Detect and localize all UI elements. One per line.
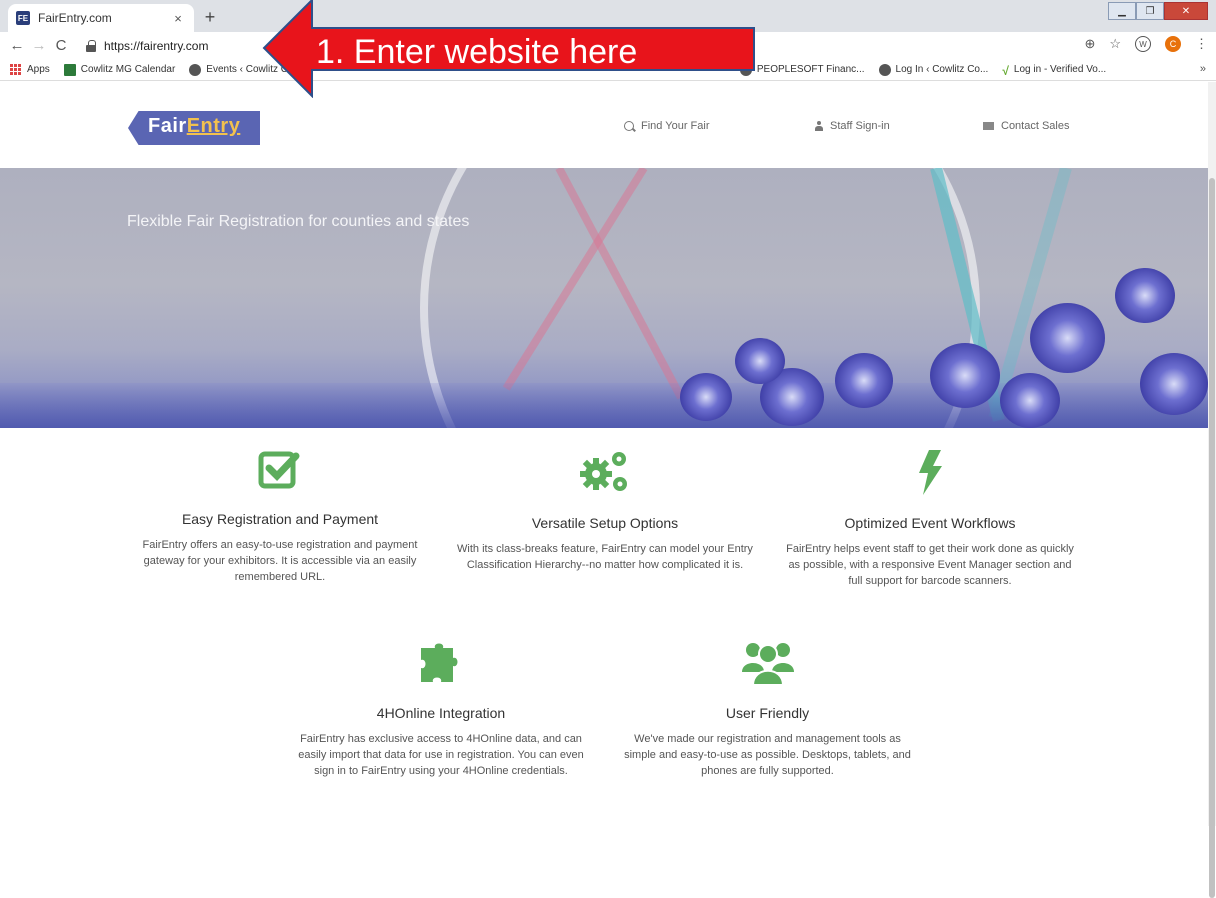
hero-title: Flexible Fair Registration for counties … [127,213,470,230]
lightning-icon [919,450,942,495]
lock-icon [86,39,96,52]
flower [930,343,1000,408]
bookmark-label: PEOPLESOFT Financ... [756,64,865,75]
bookmarks-overflow-button[interactable]: » [1200,63,1206,75]
bookmark-verified[interactable]: √ Log in - Verified Vo... [1002,63,1107,78]
new-tab-button[interactable]: + [200,8,220,28]
feature-description: We've made our registration and manageme… [624,733,911,777]
scrollbar-thumb[interactable] [1209,178,1215,898]
tab-title: FairEntry.com [38,11,112,25]
logo-text: FairEntry [148,115,240,138]
users-icon [741,643,794,686]
nav-label: Staff Sign-in [830,120,890,132]
bookmark-calendar[interactable]: Cowlitz MG Calendar [63,63,176,76]
feature-title: Easy Registration and Payment [181,511,379,527]
flower [680,373,732,421]
feature-description: FairEntry has exclusive access to 4HOnli… [298,733,584,777]
feature-description: With its class-breaks feature, FairEntry… [457,543,753,571]
apps-icon [10,63,22,76]
fairentry-logo[interactable]: FairEntry [128,111,260,145]
browser-tab[interactable]: FE FairEntry.com × [8,4,194,32]
feature-title: User Friendly [725,705,810,721]
feature-optimized-workflows: Optimized Event Workflows FairEntry help… [780,448,1080,589]
reload-icon[interactable]: C [50,37,72,54]
extension-icon[interactable]: W [1135,36,1151,52]
feature-versatile-setup: Versatile Setup Options With its class-b… [455,448,755,573]
bookmark-apps[interactable]: Apps [10,63,50,76]
tutorial-annotation: 1. Enter website here [262,0,755,98]
window-controls: ▁ ❐ ✕ [1108,2,1208,20]
nav-label: Find Your Fair [641,120,710,132]
logo-word-entry: Entry [186,115,241,137]
feature-4honline-integration: 4HOnline Integration FairEntry has exclu… [296,638,586,779]
flower [835,353,893,408]
person-icon [815,121,823,131]
feature-description: FairEntry helps event staff to get their… [786,543,1074,587]
calendar-icon [63,63,76,76]
maximize-button[interactable]: ❐ [1136,2,1164,20]
page-scrollbar[interactable] [1208,82,1216,898]
search-icon [624,121,634,131]
annotation-text: 1. Enter website here [316,33,637,71]
nav-label: Contact Sales [1001,120,1070,132]
minimize-button[interactable]: ▁ [1108,2,1136,20]
bookmark-label: Apps [27,64,50,75]
zoom-icon[interactable]: ⊕ [1084,36,1095,52]
close-tab-icon[interactable]: × [170,11,186,26]
flower [1140,353,1208,415]
feature-description: FairEntry offers an easy-to-use registra… [142,539,418,583]
check-icon: √ [1002,63,1009,78]
feature-easy-registration: Easy Registration and Payment FairEntry … [140,448,420,585]
feature-title: 4HOnline Integration [376,705,506,721]
flower [1000,373,1060,428]
toolbar-right: ⊕ ☆ W C ⋮ [1084,36,1208,52]
globe-icon [189,63,202,76]
gears-icon [580,452,627,491]
bookmark-label: Log In ‹ Cowlitz Co... [895,64,989,75]
bookmark-peoplesoft[interactable]: PEOPLESOFT Financ... [739,63,865,76]
mail-icon [983,122,994,130]
bookmark-star-icon[interactable]: ☆ [1109,36,1121,52]
fairentry-favicon-icon: FE [16,11,30,25]
profile-avatar[interactable]: C [1165,36,1181,52]
menu-kebab-icon[interactable]: ⋮ [1195,36,1208,52]
hero-banner: Flexible Fair Registration for counties … [0,168,1208,428]
bookmark-label: Log in - Verified Vo... [1013,64,1107,75]
feature-user-friendly: User Friendly We've made our registratio… [620,638,915,779]
nav-staff-sign-in[interactable]: Staff Sign-in [815,120,890,132]
flower [1030,303,1105,373]
feature-title: Optimized Event Workflows [844,515,1016,531]
bookmark-label: Cowlitz MG Calendar [80,64,176,75]
flower [735,338,785,384]
logo-word-fair: Fair [148,115,187,137]
forward-icon[interactable]: → [28,37,50,54]
puzzle-icon [421,643,458,682]
flower [1115,268,1175,323]
back-icon[interactable]: ← [6,37,28,54]
nav-contact-sales[interactable]: Contact Sales [983,120,1069,132]
web-page: FairEntry Find Your Fair Staff Sign-in C… [0,82,1208,826]
feature-title: Versatile Setup Options [531,515,679,531]
bookmark-login-cowlitz[interactable]: Log In ‹ Cowlitz Co... [878,63,989,76]
window-close-button[interactable]: ✕ [1164,2,1208,20]
checkbox-icon [258,451,300,489]
address-bar-url[interactable]: https://fairentry.com [104,39,208,53]
nav-find-your-fair[interactable]: Find Your Fair [624,120,709,132]
globe-icon [878,63,891,76]
